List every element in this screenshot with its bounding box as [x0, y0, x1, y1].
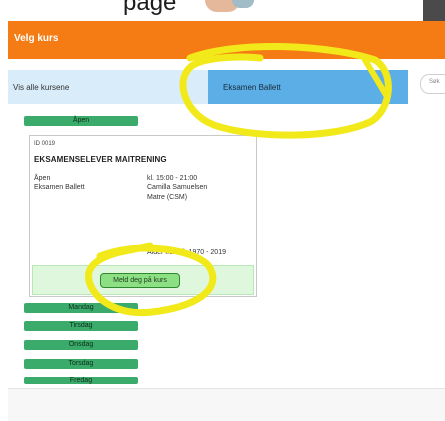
search-button[interactable]: Søk	[420, 74, 445, 94]
day-pill-monday[interactable]: Mandag	[24, 303, 138, 313]
course-name: EKSAMENSELEVER MAITRENING	[34, 155, 167, 164]
signup-button[interactable]: Meld deg på kurs	[100, 273, 180, 288]
course-teacher: Camilla Samuelsen	[147, 184, 208, 191]
status-pill[interactable]: Åpen	[24, 116, 138, 126]
page-header: Velg kurs	[8, 21, 445, 59]
signup-bar: Meld deg på kurs	[32, 265, 254, 295]
tab-all-courses-label: Vis alle kursene	[13, 83, 70, 92]
tab-exam-ballet-label: Eksamen Ballett	[223, 83, 281, 92]
browser-top-strip: page	[0, 0, 445, 21]
course-id: ID 0019	[34, 141, 56, 147]
course-category: Eksamen Ballett	[34, 184, 85, 191]
search-label: Søk	[429, 79, 440, 85]
course-age-range: Alder fra - til: 1970 - 2019	[147, 249, 226, 256]
day-pill-thursday[interactable]: Torsdag	[24, 359, 138, 369]
course-status: Åpen	[34, 175, 51, 182]
background-shape	[232, 0, 254, 8]
day-pill-tuesday[interactable]: Tirsdag	[24, 321, 138, 331]
course-card: ID 0019 EKSAMENSELEVER MAITRENING Åpen E…	[29, 135, 257, 297]
course-location: Matre (CSM)	[147, 194, 188, 201]
top-caption: page	[123, 0, 177, 16]
tab-all-courses[interactable]: Vis alle kursene	[8, 70, 208, 104]
page-footer-area	[8, 389, 445, 421]
course-tabs: Vis alle kursene Eksamen Ballett	[8, 70, 445, 104]
course-time: kl. 15:00 - 21:00	[147, 175, 198, 182]
tab-exam-ballet[interactable]: Eksamen Ballett	[208, 70, 408, 104]
day-pill-friday[interactable]: Fredag	[24, 377, 138, 384]
day-pill-wednesday[interactable]: Onsdag	[24, 340, 138, 350]
page-title: Velg kurs	[14, 33, 59, 44]
dark-corner	[423, 0, 445, 21]
